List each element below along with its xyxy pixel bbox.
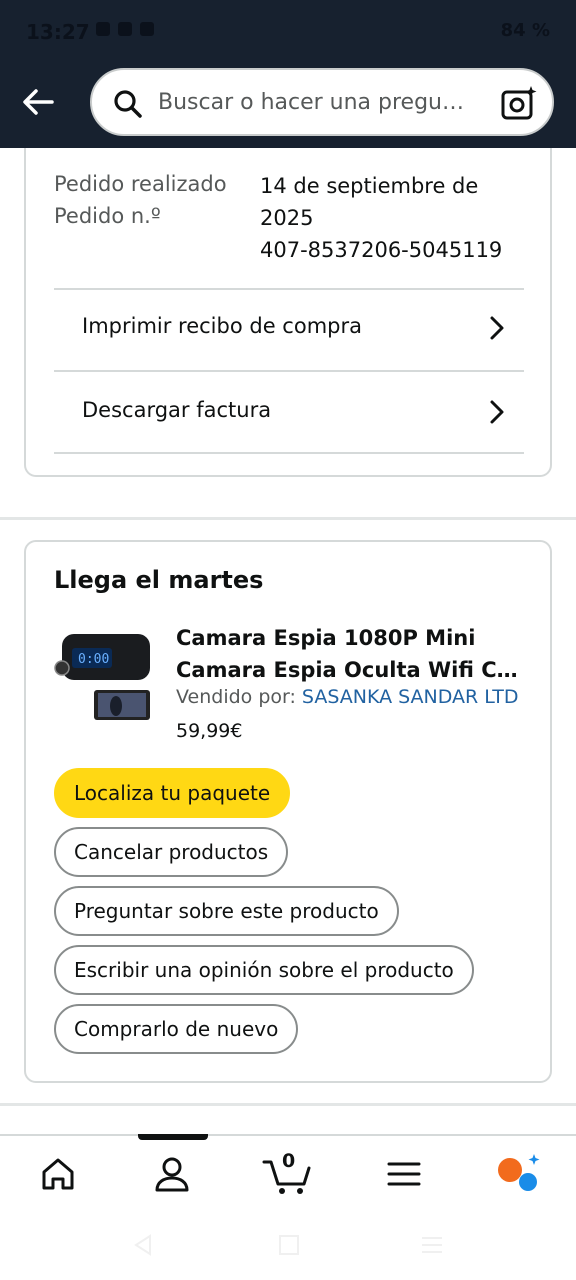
- download-invoice-label: Descargar factura: [82, 398, 272, 422]
- order-number: 407-8537206-5045119: [260, 238, 503, 262]
- order-placed-label: Pedido realizado: [54, 172, 227, 196]
- product-title-line1[interactable]: Camara Espia 1080P Mini: [176, 622, 526, 654]
- bottom-navigation: 0: [0, 1134, 576, 1212]
- notification-icons: [96, 22, 154, 36]
- download-invoice-row[interactable]: Descargar factura: [54, 372, 524, 452]
- system-recents-icon[interactable]: [420, 1234, 444, 1260]
- order-details-card: Pedido realizado Pedido n.º 14 de septie…: [24, 148, 552, 477]
- battery-level: 84 %: [500, 20, 550, 41]
- section-separator: [0, 517, 576, 520]
- thumbnail-clock-text: 0:00: [78, 652, 109, 667]
- system-navigation-bar: [0, 1210, 576, 1280]
- order-date-line2: 2025: [260, 206, 314, 230]
- order-date-line1: 14 de septiembre de: [260, 174, 479, 198]
- chevron-right-icon: [488, 314, 506, 346]
- account-icon[interactable]: [152, 1154, 192, 1194]
- write-review-button[interactable]: Escribir una opinión sobre el producto: [54, 945, 474, 995]
- seller-info: Vendido por: SASANKA SANDAR LTD: [176, 686, 518, 708]
- status-bar: 13:27 84 %: [0, 0, 576, 64]
- cart-icon[interactable]: 0: [262, 1150, 314, 1194]
- product-price: 59,99€: [176, 720, 243, 742]
- delivery-heading: Llega el martes: [54, 566, 264, 594]
- chevron-right-icon: [488, 398, 506, 430]
- system-back-icon[interactable]: [132, 1234, 154, 1260]
- print-receipt-row[interactable]: Imprimir recibo de compra: [54, 288, 524, 368]
- order-values: 14 de septiembre de 2025 407-8537206-504…: [260, 170, 502, 266]
- cart-count: 0: [282, 1150, 296, 1172]
- back-arrow-icon[interactable]: [18, 82, 58, 122]
- cancel-items-button[interactable]: Cancelar productos: [54, 827, 289, 877]
- search-icon: [112, 88, 144, 124]
- active-tab-indicator: [138, 1134, 208, 1140]
- order-number-label: Pedido n.º: [54, 204, 161, 228]
- print-receipt-label: Imprimir recibo de compra: [82, 314, 362, 338]
- product-title[interactable]: Camara Espia 1080P Mini Camara Espia Ocu…: [176, 622, 526, 686]
- system-home-icon[interactable]: [278, 1234, 300, 1260]
- search-input[interactable]: Buscar o hacer una pregu…: [158, 90, 488, 115]
- shipment-card: Llega el martes 0:00 Camara Espia 1080P …: [24, 540, 552, 1083]
- track-package-button[interactable]: Localiza tu paquete: [54, 768, 291, 818]
- home-icon[interactable]: [38, 1154, 78, 1194]
- buy-again-button[interactable]: Comprarlo de nuevo: [54, 1004, 299, 1054]
- product-thumbnail[interactable]: 0:00: [52, 628, 156, 724]
- search-bar[interactable]: Buscar o hacer una pregu…: [90, 68, 554, 136]
- seller-link[interactable]: SASANKA SANDAR LTD: [302, 686, 519, 708]
- product-title-line2[interactable]: Camara Espia Oculta Wifi Ca...: [176, 654, 526, 686]
- rufus-assistant-icon[interactable]: [496, 1154, 540, 1194]
- camera-search-icon[interactable]: [500, 84, 538, 126]
- ask-product-question-button[interactable]: Preguntar sobre este producto: [54, 886, 399, 936]
- divider: [54, 452, 524, 454]
- menu-icon[interactable]: [384, 1154, 424, 1194]
- sold-by-label: Vendido por:: [176, 686, 302, 708]
- app-header: Buscar o hacer una pregu…: [0, 64, 576, 148]
- status-time: 13:27: [26, 20, 90, 44]
- section-separator: [0, 1103, 576, 1106]
